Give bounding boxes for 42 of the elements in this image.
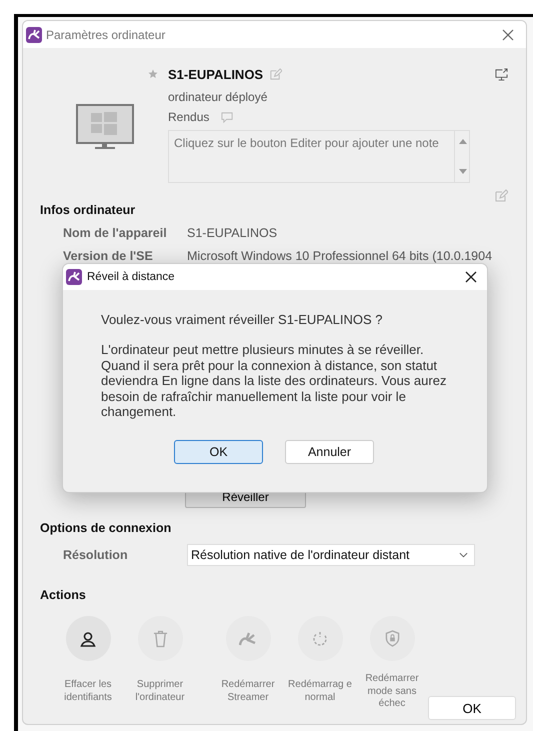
ok-button[interactable]: OK bbox=[428, 696, 516, 720]
comment-edit-icon[interactable] bbox=[221, 110, 234, 124]
app-logo-icon bbox=[66, 269, 82, 285]
shield-lock-icon bbox=[384, 630, 400, 647]
action-button[interactable] bbox=[66, 616, 110, 661]
action-label: Redémarrer mode sans échec bbox=[364, 673, 420, 710]
action-label: Effacer les identifiants bbox=[63, 679, 113, 704]
note-field[interactable]: Cliquez sur le bouton Editer pour ajouter une note bbox=[168, 130, 454, 183]
dialog-title: Réveil à distance bbox=[87, 271, 176, 283]
field-value: S1-EUPALINOS bbox=[187, 226, 278, 240]
close-icon[interactable] bbox=[465, 271, 477, 283]
trash-icon bbox=[152, 630, 168, 648]
action-label: Redémarrag e normal bbox=[287, 679, 353, 704]
field-label: Nom de l'appareil bbox=[63, 226, 168, 240]
streamer-logo-icon bbox=[239, 630, 257, 646]
action-label: Redémarrer Streamer bbox=[220, 679, 276, 704]
computer-name: S1-EUPALINOS bbox=[168, 66, 264, 82]
field-label: Version de l'SE bbox=[63, 249, 154, 263]
windows-monitor-icon bbox=[76, 104, 134, 150]
dialog-button[interactable]: OK bbox=[174, 440, 263, 464]
chevron-down-icon bbox=[459, 552, 468, 558]
action-label: Supprimer l'ordinateur bbox=[134, 679, 186, 704]
user-icon bbox=[80, 630, 96, 646]
resolution-dropdown[interactable]: Résolution native de l'ordinateur distant bbox=[187, 544, 475, 566]
edit-icon[interactable] bbox=[269, 68, 282, 80]
section-heading: Infos ordinateur bbox=[40, 203, 136, 217]
dialog-question: Voulez-vous vraiment réveiller S1-EUPALINOS ? bbox=[101, 312, 384, 327]
field-value: Microsoft Windows 10 Professionnel 64 bits (10.0.1904 bbox=[187, 249, 492, 263]
dialog-button[interactable]: Annuler bbox=[285, 440, 374, 464]
group-name: Rendus bbox=[168, 110, 210, 124]
dialog-message: L'ordinateur peut mettre plusieurs minutes à se réveiller. Quand il sera prêt pour la connexion à distance, son statut deviendra En ligne dans la liste des ordinateurs. Vous aurez besoin de rafraîchir manuellement la liste pour voir le changement. bbox=[101, 342, 448, 420]
app-logo-icon bbox=[26, 26, 42, 42]
window-title: Paramètres ordinateur bbox=[46, 28, 166, 42]
star-icon[interactable] bbox=[148, 69, 158, 79]
field-label: Résolution bbox=[63, 548, 129, 562]
remote-screen-icon[interactable] bbox=[495, 68, 508, 80]
power-icon bbox=[312, 630, 328, 646]
edit-icon[interactable] bbox=[494, 189, 508, 203]
scrollbar[interactable] bbox=[454, 130, 470, 183]
computer-status: ordinateur déployé bbox=[168, 90, 268, 104]
section-heading: Actions bbox=[40, 588, 87, 602]
section-heading: Options de connexion bbox=[40, 521, 172, 535]
